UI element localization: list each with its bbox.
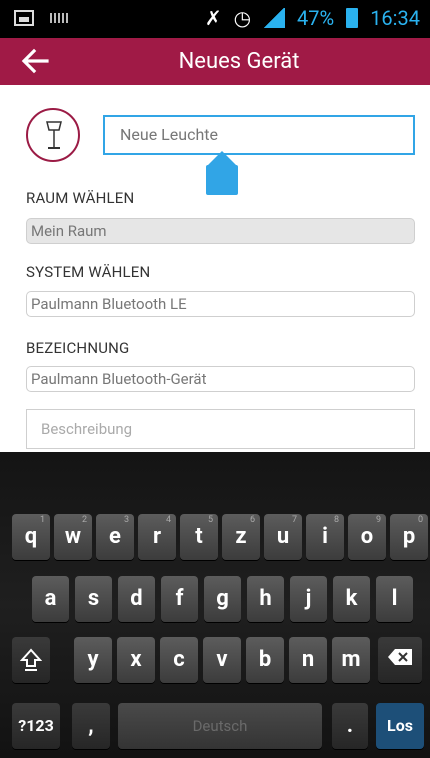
key-label-e: e: [109, 524, 121, 549]
key-label-p: p: [402, 524, 416, 549]
key-f[interactable]: f: [161, 576, 198, 622]
key-label-w: w: [64, 524, 82, 549]
key-a[interactable]: a: [32, 576, 69, 622]
key-r[interactable]: 4r: [138, 514, 176, 560]
key-label-r: r: [152, 524, 162, 549]
key-y[interactable]: y: [74, 637, 112, 683]
key-hint-o: 9: [375, 515, 381, 525]
alarm-icon: ◷: [233, 6, 252, 30]
designation-field[interactable]: Paulmann Bluetooth-Gerät: [26, 366, 415, 392]
key-e[interactable]: 3e: [96, 514, 134, 560]
key-hint-q: 1: [39, 515, 45, 525]
key-q[interactable]: 1q: [12, 514, 50, 560]
app-bar: Neues Gerät: [0, 38, 430, 85]
clock: 16:34: [370, 6, 420, 30]
key-b[interactable]: b: [246, 637, 284, 683]
battery-percent: 47%: [297, 6, 335, 30]
description-input[interactable]: Beschreibung: [26, 409, 415, 449]
room-field[interactable]: Mein Raum: [26, 218, 415, 244]
key-h[interactable]: h: [247, 576, 284, 622]
period-key[interactable]: .: [332, 703, 368, 749]
system-label: SYSTEM WÄHLEN: [26, 263, 151, 281]
key-t[interactable]: 5t: [180, 514, 218, 560]
key-hint-r: 4: [165, 515, 171, 525]
status-bar: ✗ ◷ 47% 16:34: [0, 0, 430, 38]
key-c[interactable]: c: [160, 637, 198, 683]
signal-icon: [263, 8, 286, 28]
system-select[interactable]: Paulmann Bluetooth LE: [26, 291, 415, 317]
key-hint-z: 6: [249, 515, 255, 525]
comma-key[interactable]: ,: [72, 703, 110, 749]
page-title: Neues Gerät: [178, 49, 300, 74]
key-hint-i: 8: [333, 515, 339, 525]
key-hint-e: 3: [123, 515, 129, 525]
battery-icon: [346, 8, 359, 28]
key-hint-t: 5: [207, 515, 213, 525]
shift-key[interactable]: [12, 637, 50, 683]
device-name-input[interactable]: Neue Leuchte: [103, 115, 415, 155]
key-label-z: z: [235, 524, 247, 549]
key-label-o: o: [360, 524, 374, 549]
key-n[interactable]: n: [289, 637, 327, 683]
notification-icon: [50, 13, 68, 23]
key-label-u: u: [276, 524, 290, 549]
key-hint-u: 7: [291, 515, 297, 525]
key-z[interactable]: 6z: [222, 514, 260, 560]
key-m[interactable]: m: [332, 637, 370, 683]
key-hint-w: 2: [81, 515, 87, 525]
enter-key[interactable]: Los: [376, 703, 424, 749]
key-hint-p: 0: [417, 515, 423, 525]
key-label-i: i: [322, 524, 328, 549]
space-key[interactable]: Deutsch: [118, 703, 322, 749]
key-l[interactable]: l: [376, 576, 413, 622]
key-s[interactable]: s: [75, 576, 112, 622]
key-label-t: t: [195, 524, 203, 549]
room-label: RAUM WÄHLEN: [26, 189, 135, 207]
key-p[interactable]: 0p: [390, 514, 428, 560]
key-v[interactable]: v: [203, 637, 241, 683]
key-x[interactable]: x: [117, 637, 155, 683]
text-cursor-handle[interactable]: [206, 151, 238, 197]
key-k[interactable]: k: [333, 576, 370, 622]
lamp-icon[interactable]: [26, 108, 80, 162]
key-i[interactable]: 8i: [306, 514, 344, 560]
soft-keyboard: 1q2w3e4r5t6z7u8i9o0p asdfghjkl yxcvbnm ?…: [0, 452, 430, 758]
key-u[interactable]: 7u: [264, 514, 302, 560]
backspace-key[interactable]: [378, 637, 422, 683]
symbols-key[interactable]: ?123: [12, 703, 60, 749]
key-d[interactable]: d: [118, 576, 155, 622]
gallery-notification-icon: [14, 10, 34, 26]
key-j[interactable]: j: [290, 576, 327, 622]
designation-label: BEZEICHNUNG: [26, 339, 130, 357]
mute-icon: ✗: [204, 6, 222, 30]
key-o[interactable]: 9o: [348, 514, 386, 560]
key-label-q: q: [24, 524, 38, 549]
key-g[interactable]: g: [204, 576, 241, 622]
key-w[interactable]: 2w: [54, 514, 92, 560]
